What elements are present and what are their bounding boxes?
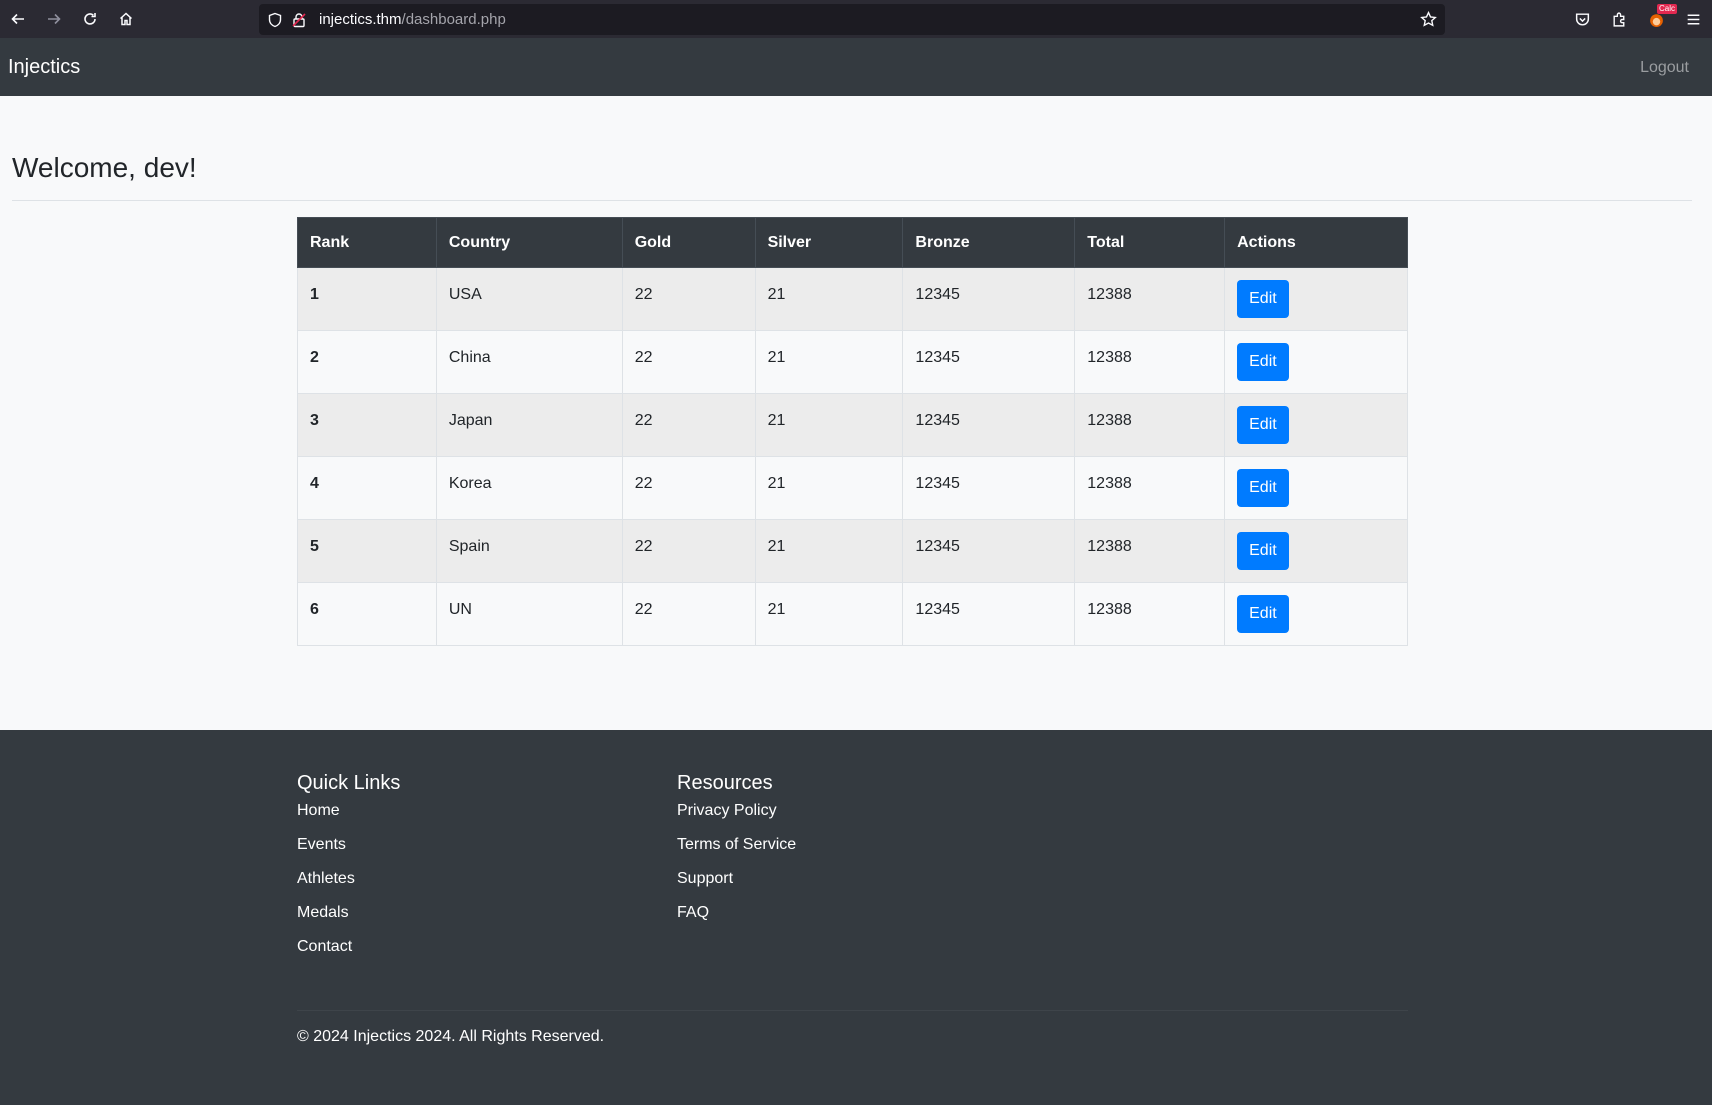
site-footer: Quick Links Home Events Athletes Medals … [0, 730, 1712, 1106]
footer-link-contact[interactable]: Contact [297, 938, 400, 972]
gold-cell: 22 [621, 267, 756, 331]
table-row: 4 Korea 22 21 12345 12388 Edit [297, 456, 1408, 520]
country-cell: Japan [435, 393, 623, 457]
rank-cell: 6 [297, 582, 437, 646]
page-title: Welcome, dev! [12, 152, 197, 183]
edit-button[interactable]: Edit [1237, 343, 1289, 381]
gold-cell: 22 [621, 519, 756, 583]
edit-button[interactable]: Edit [1237, 595, 1289, 633]
bronze-cell: 12345 [902, 330, 1076, 394]
silver-cell: 21 [754, 519, 904, 583]
table-row: 2 China 22 21 12345 12388 Edit [297, 330, 1408, 394]
country-cell: USA [435, 267, 623, 331]
brand-logo[interactable]: Injectics [8, 56, 80, 79]
table-header-row: Rank Country Gold Silver Bronze Total Ac… [297, 217, 1408, 268]
copyright-text: © 2024 Injectics 2024. All Rights Reserv… [297, 1028, 605, 1045]
edit-button[interactable]: Edit [1237, 469, 1289, 507]
gold-cell: 22 [621, 582, 756, 646]
footer-link-faq[interactable]: FAQ [677, 904, 796, 938]
actions-cell: Edit [1224, 582, 1408, 646]
table-row: 1 USA 22 21 12345 12388 Edit [297, 267, 1408, 331]
extensions-icon[interactable] [1601, 0, 1638, 38]
silver-cell: 21 [754, 267, 904, 331]
actions-cell: Edit [1224, 519, 1408, 583]
footer-link-privacy-policy[interactable]: Privacy Policy [677, 802, 796, 836]
reload-icon[interactable] [72, 0, 108, 38]
total-cell: 12388 [1074, 519, 1226, 583]
gold-cell: 22 [621, 456, 756, 520]
column-header-bronze: Bronze [902, 217, 1076, 268]
hamburger-menu-icon[interactable] [1675, 0, 1712, 38]
silver-cell: 21 [754, 330, 904, 394]
shield-icon[interactable] [267, 12, 283, 28]
pocket-icon[interactable] [1564, 0, 1601, 38]
quick-links-section: Quick Links Home Events Athletes Medals … [297, 772, 400, 972]
gold-cell: 22 [621, 330, 756, 394]
silver-cell: 21 [754, 393, 904, 457]
column-header-country: Country [435, 217, 623, 268]
total-cell: 12388 [1074, 330, 1226, 394]
rank-cell: 5 [297, 519, 437, 583]
browser-toolbar: injectics.thm/dashboard.php Calc [0, 0, 1712, 38]
bronze-cell: 12345 [902, 582, 1076, 646]
bronze-cell: 12345 [902, 456, 1076, 520]
foxy-proxy-extension-icon[interactable]: Calc [1638, 0, 1678, 38]
back-icon[interactable] [0, 0, 36, 38]
footer-link-athletes[interactable]: Athletes [297, 870, 400, 904]
table-row: 3 Japan 22 21 12345 12388 Edit [297, 393, 1408, 457]
edit-button[interactable]: Edit [1237, 280, 1289, 318]
quick-links-title: Quick Links [297, 772, 401, 794]
footer-link-medals[interactable]: Medals [297, 904, 400, 938]
insecure-lock-icon[interactable] [291, 12, 307, 28]
table-row: 6 UN 22 21 12345 12388 Edit [297, 582, 1408, 646]
table-row: 5 Spain 22 21 12345 12388 Edit [297, 519, 1408, 583]
actions-cell: Edit [1224, 330, 1408, 394]
rank-cell: 4 [297, 456, 437, 520]
rank-cell: 2 [297, 330, 437, 394]
column-header-rank: Rank [297, 217, 437, 268]
footer-link-terms-of-service[interactable]: Terms of Service [677, 836, 796, 870]
resources-section: Resources Privacy Policy Terms of Servic… [677, 772, 796, 938]
country-cell: Korea [435, 456, 623, 520]
forward-icon[interactable] [36, 0, 72, 38]
country-cell: China [435, 330, 623, 394]
column-header-gold: Gold [621, 217, 756, 268]
footer-link-home[interactable]: Home [297, 802, 400, 836]
site-navbar: Injectics Logout [0, 38, 1712, 96]
total-cell: 12388 [1074, 582, 1226, 646]
bronze-cell: 12345 [902, 267, 1076, 331]
bronze-cell: 12345 [902, 519, 1076, 583]
country-cell: UN [435, 582, 623, 646]
actions-cell: Edit [1224, 393, 1408, 457]
actions-cell: Edit [1224, 456, 1408, 520]
rank-cell: 3 [297, 393, 437, 457]
country-cell: Spain [435, 519, 623, 583]
logout-link[interactable]: Logout [1640, 59, 1689, 77]
bronze-cell: 12345 [902, 393, 1076, 457]
column-header-silver: Silver [754, 217, 904, 268]
footer-link-events[interactable]: Events [297, 836, 400, 870]
bookmark-star-icon[interactable] [1420, 10, 1437, 28]
edit-button[interactable]: Edit [1237, 406, 1289, 444]
url-text: injectics.thm/dashboard.php [319, 11, 506, 28]
gold-cell: 22 [621, 393, 756, 457]
address-bar[interactable]: injectics.thm/dashboard.php [259, 4, 1445, 35]
actions-cell: Edit [1224, 267, 1408, 331]
edit-button[interactable]: Edit [1237, 532, 1289, 570]
silver-cell: 21 [754, 582, 904, 646]
home-icon[interactable] [108, 0, 144, 38]
extension-badge: Calc [1657, 4, 1678, 14]
column-header-actions: Actions [1224, 217, 1408, 268]
total-cell: 12388 [1074, 393, 1226, 457]
divider [12, 200, 1692, 201]
rank-cell: 1 [297, 267, 437, 331]
footer-divider [297, 1010, 1408, 1011]
resources-title: Resources [677, 772, 773, 794]
medals-table: Rank Country Gold Silver Bronze Total Ac… [297, 217, 1408, 646]
column-header-total: Total [1074, 217, 1226, 268]
total-cell: 12388 [1074, 267, 1226, 331]
silver-cell: 21 [754, 456, 904, 520]
total-cell: 12388 [1074, 456, 1226, 520]
footer-link-support[interactable]: Support [677, 870, 796, 904]
